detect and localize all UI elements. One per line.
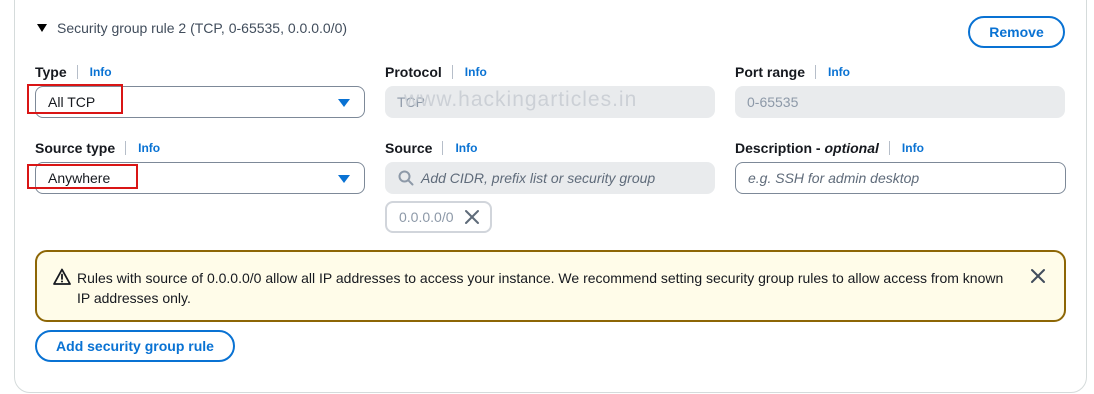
source-type-select[interactable]: Anywhere bbox=[35, 162, 365, 194]
description-label-row: Description - optional Info bbox=[735, 140, 924, 156]
source-token-label: 0.0.0.0/0 bbox=[399, 209, 454, 225]
dropdown-arrow-icon bbox=[338, 99, 350, 107]
source-search-input[interactable]: Add CIDR, prefix list or security group bbox=[385, 162, 715, 194]
port-range-label-row: Port range Info bbox=[735, 64, 850, 80]
warning-icon bbox=[53, 268, 71, 285]
description-label-dash: - bbox=[812, 140, 825, 156]
warning-alert: Rules with source of 0.0.0.0/0 allow all… bbox=[35, 250, 1066, 322]
source-label-row: Source Info bbox=[385, 140, 477, 156]
source-search-placeholder: Add CIDR, prefix list or security group bbox=[421, 170, 656, 186]
close-icon[interactable] bbox=[464, 209, 480, 225]
close-icon[interactable] bbox=[1030, 268, 1046, 284]
divider bbox=[888, 141, 890, 155]
source-token: 0.0.0.0/0 bbox=[385, 201, 492, 233]
divider bbox=[451, 65, 453, 79]
port-range-label: Port range bbox=[735, 64, 806, 80]
add-security-group-rule-button[interactable]: Add security group rule bbox=[35, 330, 235, 362]
source-label: Source bbox=[385, 140, 433, 156]
type-info-link[interactable]: Info bbox=[90, 65, 112, 79]
divider bbox=[76, 65, 78, 79]
rule-title: Security group rule 2 (TCP, 0-65535, 0.0… bbox=[57, 20, 348, 36]
search-icon bbox=[398, 170, 414, 186]
port-range-info-link[interactable]: Info bbox=[828, 65, 850, 79]
type-label-row: Type Info bbox=[35, 64, 112, 80]
protocol-label: Protocol bbox=[385, 64, 442, 80]
remove-button[interactable]: Remove bbox=[968, 16, 1065, 48]
divider bbox=[442, 141, 444, 155]
port-range-input: 0-65535 bbox=[735, 86, 1065, 118]
protocol-label-row: Protocol Info bbox=[385, 64, 487, 80]
dropdown-arrow-icon bbox=[338, 175, 350, 183]
port-range-value: 0-65535 bbox=[747, 94, 799, 110]
description-info-link[interactable]: Info bbox=[902, 141, 924, 155]
source-type-label-row: Source type Info bbox=[35, 140, 160, 156]
protocol-info-link[interactable]: Info bbox=[465, 65, 487, 79]
rule-header[interactable]: Security group rule 2 (TCP, 0-65535, 0.0… bbox=[37, 20, 347, 36]
description-label: Description - optional bbox=[735, 140, 879, 156]
divider bbox=[815, 65, 817, 79]
description-label-optional: optional bbox=[824, 140, 879, 156]
caret-down-icon[interactable] bbox=[37, 24, 47, 32]
watermark: www.hackingarticles.in bbox=[404, 88, 638, 111]
description-input[interactable]: e.g. SSH for admin desktop bbox=[735, 162, 1066, 194]
type-label: Type bbox=[35, 64, 67, 80]
source-info-link[interactable]: Info bbox=[455, 141, 477, 155]
source-type-info-link[interactable]: Info bbox=[138, 141, 160, 155]
source-type-label: Source type bbox=[35, 140, 116, 156]
type-select[interactable]: All TCP bbox=[35, 86, 365, 118]
alert-message: Rules with source of 0.0.0.0/0 allow all… bbox=[77, 270, 1004, 306]
divider bbox=[125, 141, 127, 155]
description-placeholder: e.g. SSH for admin desktop bbox=[748, 170, 920, 186]
source-type-select-value: Anywhere bbox=[48, 170, 111, 186]
description-label-text: Description bbox=[735, 140, 813, 156]
type-select-value: All TCP bbox=[48, 94, 96, 110]
